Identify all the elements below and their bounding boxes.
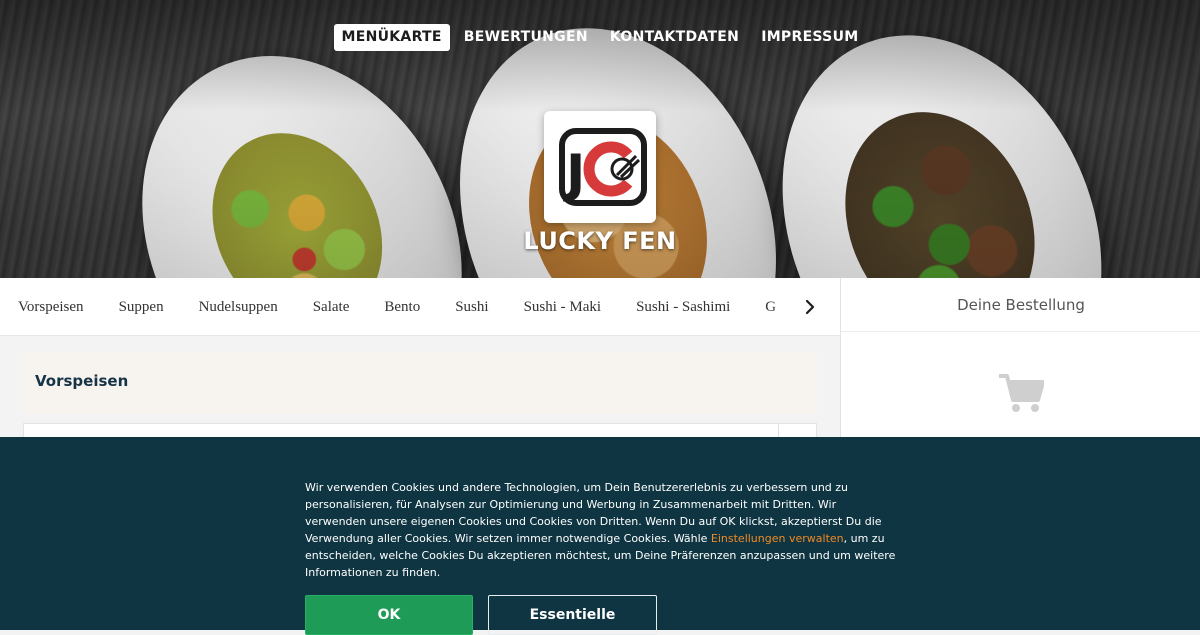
cookie-banner: Wir verwenden Cookies und andere Technol… — [0, 437, 1200, 635]
category-bar: Vorspeisen Suppen Nudelsuppen Salate Ben… — [0, 278, 840, 336]
divider — [841, 331, 1200, 332]
section-title: Vorspeisen — [35, 372, 129, 390]
manage-settings-link[interactable]: Einstellungen verwalten — [711, 532, 844, 545]
svg-text:J: J — [563, 144, 585, 204]
category-suppen[interactable]: Suppen — [119, 278, 164, 335]
restaurant-logo: J — [544, 111, 656, 223]
nav-item-bewertungen[interactable]: BEWERTUNGEN — [456, 24, 596, 51]
nav-item-menuekarte[interactable]: MENÜKARTE — [333, 24, 450, 51]
nav-item-kontaktdaten[interactable]: KONTAKTDATEN — [602, 24, 747, 51]
chevron-right-icon[interactable] — [800, 297, 820, 317]
essential-only-button[interactable]: Essentielle — [488, 595, 657, 635]
restaurant-name: LUCKY FEN — [523, 227, 677, 255]
order-title: Deine Bestellung — [957, 296, 1085, 314]
category-sushi-sashimi[interactable]: Sushi - Sashimi — [636, 278, 730, 335]
category-bento[interactable]: Bento — [384, 278, 420, 335]
cookie-consent-text: Wir verwenden Cookies und andere Technol… — [305, 481, 896, 579]
shopping-cart-icon — [998, 372, 1045, 414]
category-salate[interactable]: Salate — [313, 278, 350, 335]
section-header: Vorspeisen — [23, 352, 817, 414]
nav-item-impressum[interactable]: IMPRESSUM — [753, 24, 866, 51]
hero-banner: MENÜKARTE BEWERTUNGEN KONTAKTDATEN IMPRE… — [0, 0, 1200, 278]
category-vorspeisen[interactable]: Vorspeisen — [18, 278, 84, 335]
category-nudelsuppen[interactable]: Nudelsuppen — [199, 278, 278, 335]
top-navigation: MENÜKARTE BEWERTUNGEN KONTAKTDATEN IMPRE… — [0, 24, 1200, 51]
category-sushi[interactable]: Sushi — [455, 278, 488, 335]
category-sushi-maki[interactable]: Sushi - Maki — [524, 278, 602, 335]
accept-ok-button[interactable]: OK — [305, 595, 473, 635]
